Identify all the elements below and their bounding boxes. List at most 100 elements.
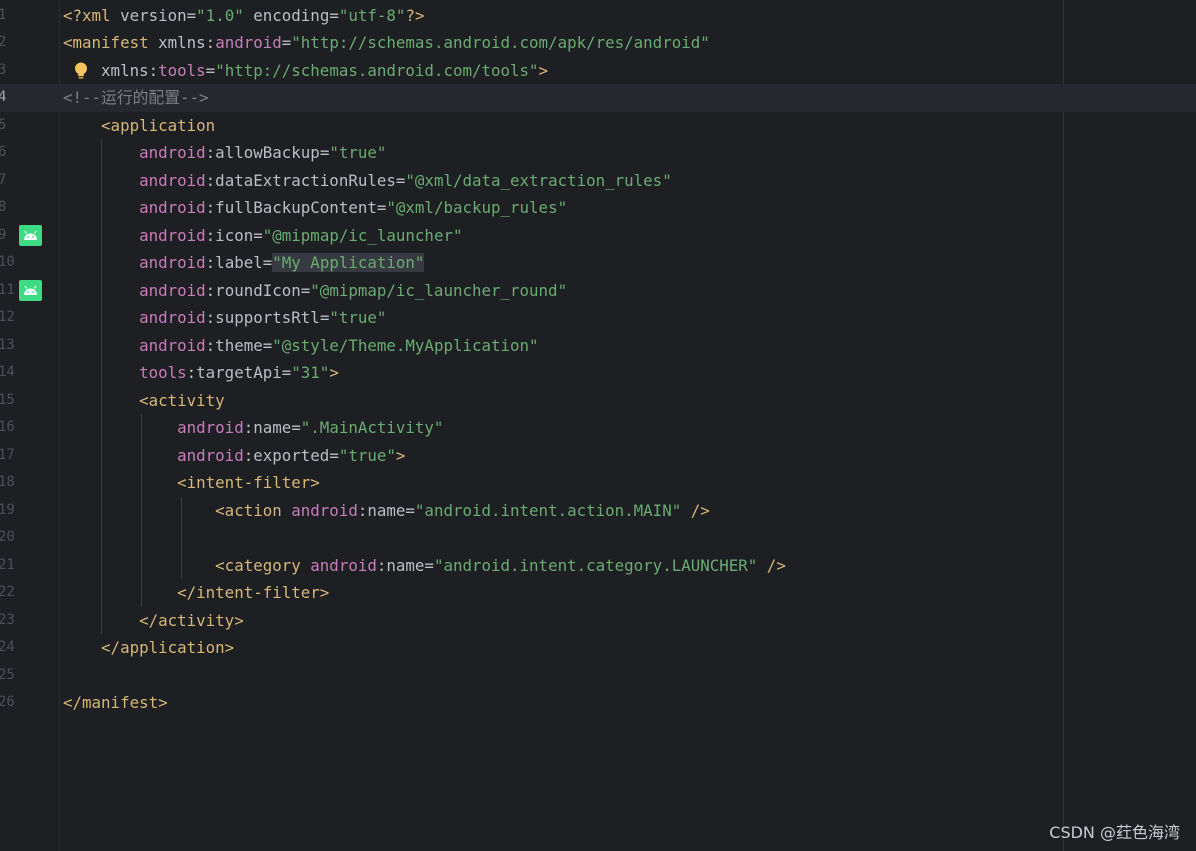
line-number: 22 [0,584,15,600]
code-text[interactable]: <activity [63,387,225,415]
code-text[interactable]: xmlns:tools="http://schemas.android.com/… [63,57,548,85]
code-line[interactable]: 4 <!--运行的配置--> [0,84,1196,112]
code-token: "true" [338,445,396,465]
code-line[interactable]: 6 android:allowBackup="true" [0,139,1196,167]
code-token: /> [757,555,786,575]
code-token: = [253,225,263,245]
code-token: android [215,33,282,52]
code-text[interactable]: <manifest xmlns:android="http://schemas.… [63,29,710,57]
code-token: = [281,363,292,382]
code-text[interactable]: <action android:name="android.intent.act… [63,497,710,525]
code-text[interactable]: android:roundIcon="@mipmap/ic_launcher_r… [63,277,567,305]
code-line[interactable]: 15 <activity [0,386,1196,415]
code-text[interactable]: </manifest> [63,689,168,717]
code-text[interactable]: android:fullBackupContent="@xml/backup_r… [63,194,567,222]
code-line[interactable]: 19 <action android:name="android.intent.… [0,496,1196,525]
code-line[interactable]: 26 </manifest> [0,689,1196,717]
code-token: "1.0" [196,5,244,25]
indent-guide [181,524,182,552]
code-text[interactable]: </activity> [63,607,244,635]
code-text[interactable]: <application [63,112,215,140]
code-text[interactable]: <category android:name="android.intent.c… [63,552,786,580]
code-token: tools [63,363,187,382]
code-text[interactable]: android:allowBackup="true" [63,139,386,167]
code-text[interactable]: android:icon="@mipmap/ic_launcher" [63,222,462,250]
code-token: version [120,5,187,25]
line-number: 17 [0,446,15,463]
code-line[interactable]: 17 android:exported="true"> [0,441,1196,470]
code-token: /> [681,500,710,520]
code-token: <activity [63,390,225,410]
code-token: "My Application" [272,253,425,272]
code-token: = [424,555,434,575]
code-text[interactable]: </application> [63,634,234,662]
code-text[interactable]: android:label="My Application" [63,249,425,277]
indent-guide [141,524,142,552]
code-token: :theme [205,335,263,355]
android-resource-icon[interactable] [19,279,42,301]
code-token: android [63,418,244,437]
line-number: 24 [0,639,15,655]
code-line[interactable]: 23 </activity> [0,606,1196,635]
code-token: "true" [329,308,387,327]
line-number: 18 [0,474,15,490]
code-token: </application> [63,638,235,657]
code-token: <application [63,115,216,135]
code-editor[interactable]: 1 <?xml version="1.0" encoding="utf-8"?> 2… [0,0,1196,851]
code-line[interactable]: 2 <manifest xmlns:android="http://schemas… [0,29,1196,57]
code-token: = [319,308,330,327]
code-token: "true" [329,143,387,162]
code-token: "@mipmap/ic_launcher" [262,225,463,245]
code-text[interactable]: <?xml version="1.0" encoding="utf-8"?> [63,2,424,30]
code-token: </activity> [63,610,244,630]
code-line[interactable]: 24 </application> [0,634,1196,662]
code-line[interactable]: 14 tools:targetApi="31"> [0,359,1196,387]
line-number: 14 [0,364,15,380]
code-line[interactable]: 20 [0,524,1196,552]
code-token: "@xml/data_extraction_rules" [405,170,672,190]
android-resource-icon[interactable] [19,224,42,246]
code-token: android [63,253,206,272]
code-line[interactable]: 13 android:theme="@style/Theme.MyApplica… [0,331,1196,360]
line-number: 13 [0,336,15,353]
code-text[interactable]: android:exported="true"> [63,442,405,470]
code-line[interactable]: 10 android:label="My Application" [0,249,1196,277]
code-line[interactable]: 9 android:icon="@mipmap/ic_launcher" [0,221,1196,250]
line-number: 5 [0,116,7,133]
code-line[interactable]: 11 android:roundIcon="@mipmap/ic_launche… [0,276,1196,305]
code-text[interactable]: <intent-filter> [63,469,320,497]
code-token: "@style/Theme.MyApplication" [272,335,539,355]
code-token: :dataExtractionRules [205,170,396,190]
code-line[interactable]: 18 <intent-filter> [0,469,1196,497]
code-token: android [291,500,358,520]
code-line[interactable]: 16 android:name=".MainActivity" [0,414,1196,442]
code-line[interactable]: 5 <application [0,112,1196,140]
code-line[interactable]: 7 android:dataExtractionRules="@xml/data… [0,166,1196,195]
code-line[interactable]: 22 </intent-filter> [0,579,1196,607]
code-line[interactable]: 8 android:fullBackupContent="@xml/backup… [0,194,1196,222]
code-line[interactable]: 12 android:supportsRtl="true" [0,304,1196,332]
code-line[interactable]: 21 <category android:name="android.inten… [0,551,1196,580]
code-text[interactable]: </intent-filter> [63,579,329,607]
code-token: android [63,335,206,355]
code-line[interactable]: 25 [0,662,1196,690]
code-line[interactable]: 1 <?xml version="1.0" encoding="utf-8"?> [0,2,1196,30]
code-text[interactable]: <!--运行的配置--> [63,84,209,112]
line-number: 10 [0,254,15,270]
code-text[interactable]: android:name=".MainActivity" [63,414,443,442]
code-token: "@xml/backup_rules" [386,198,568,217]
code-text[interactable]: android:supportsRtl="true" [63,304,386,332]
line-number: 8 [0,199,7,215]
code-text[interactable]: android:dataExtractionRules="@xml/data_e… [63,167,672,195]
code-token: = [329,445,339,465]
line-number: 2 [0,34,7,50]
line-number: 15 [0,391,15,408]
code-token: = [262,253,273,272]
code-line[interactable]: 3 xmlns:tools="http://schemas.android.co… [0,57,1196,85]
code-text[interactable]: tools:targetApi="31"> [63,359,339,387]
code-token: :label [205,253,263,272]
code-token: = [291,418,301,437]
code-token: > [538,60,549,80]
line-number: 3 [0,61,7,78]
code-text[interactable]: android:theme="@style/Theme.MyApplicatio… [63,332,539,360]
